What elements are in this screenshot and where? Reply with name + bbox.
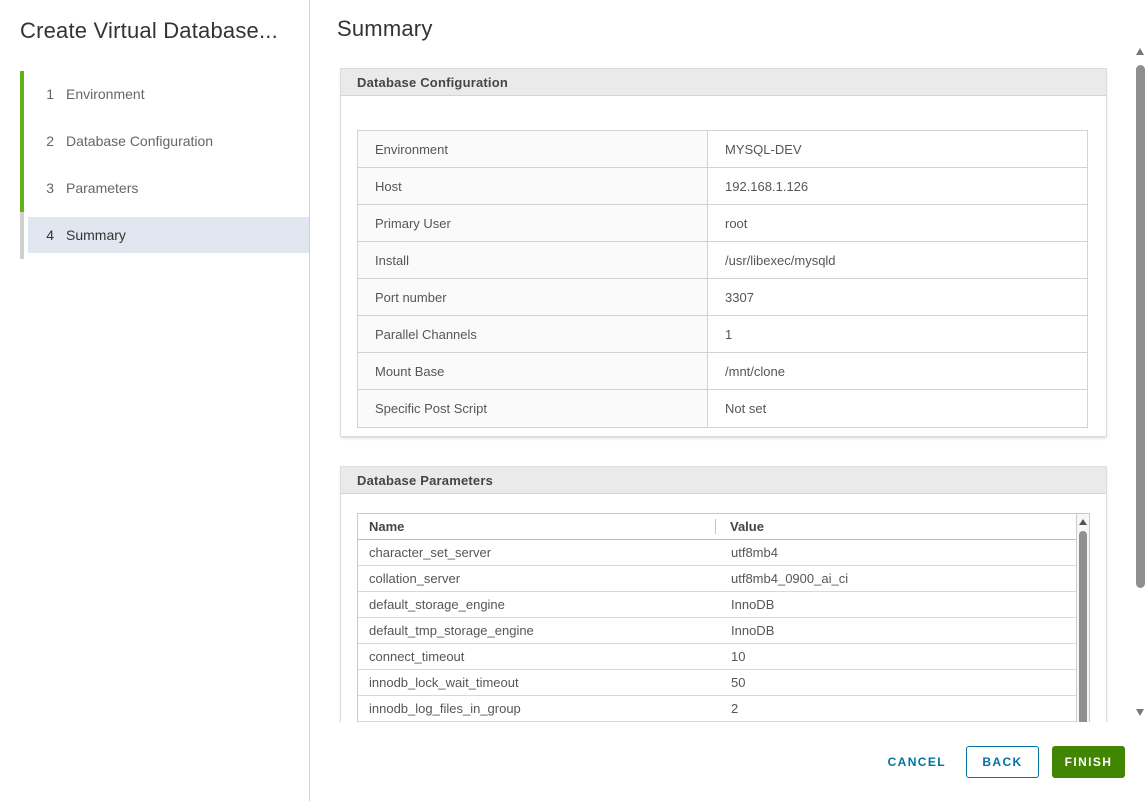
database-configuration-panel: Database Configuration Environment MYSQL… [340, 68, 1107, 437]
param-name: default_storage_engine [358, 597, 715, 612]
param-name: connect_timeout [358, 649, 715, 664]
param-value: utf8mb4 [715, 545, 1089, 560]
database-parameters-panel: Database Parameters Name Value character… [340, 466, 1107, 722]
sidebar-step-summary[interactable]: 4 Summary [0, 212, 309, 259]
database-parameters-grid: Name Value character_set_server utf8mb4 … [357, 513, 1090, 722]
scroll-up-icon[interactable] [1136, 48, 1144, 55]
config-label: Mount Base [358, 353, 708, 389]
param-value: InnoDB [715, 597, 1089, 612]
sidebar-step-environment[interactable]: 1 Environment [0, 71, 309, 118]
step-number: 1 [45, 86, 54, 102]
sidebar-step-parameters[interactable]: 3 Parameters [0, 165, 309, 212]
step-label: Database Configuration [66, 133, 213, 149]
grid-scrollbar-thumb[interactable] [1079, 531, 1087, 722]
step-progress-bar [20, 212, 24, 259]
table-row: collation_server utf8mb4_0900_ai_ci [358, 566, 1089, 592]
step-label: Parameters [66, 180, 138, 196]
database-parameters-header: Database Parameters [341, 467, 1106, 494]
param-value: 10 [715, 649, 1089, 664]
config-label: Parallel Channels [358, 316, 708, 352]
config-value: MYSQL-DEV [708, 131, 1087, 167]
database-configuration-header: Database Configuration [341, 69, 1106, 96]
table-row: Install /usr/libexec/mysqld [358, 242, 1087, 279]
config-value: 192.168.1.126 [708, 168, 1087, 204]
column-header-name[interactable]: Name [358, 514, 715, 539]
wizard-footer: CANCEL BACK FINISH [310, 722, 1148, 801]
table-row: default_tmp_storage_engine InnoDB [358, 618, 1089, 644]
table-row: Port number 3307 [358, 279, 1087, 316]
config-value: /usr/libexec/mysqld [708, 242, 1087, 278]
step-number: 3 [45, 180, 54, 196]
table-row: Primary User root [358, 205, 1087, 242]
config-value: /mnt/clone [708, 353, 1087, 389]
config-label: Port number [358, 279, 708, 315]
database-configuration-table: Environment MYSQL-DEV Host 192.168.1.126… [357, 130, 1088, 428]
param-value: InnoDB [715, 623, 1089, 638]
step-number: 2 [45, 133, 54, 149]
table-row: character_set_server utf8mb4 [358, 540, 1089, 566]
scroll-down-icon[interactable] [1136, 709, 1144, 716]
config-label: Specific Post Script [358, 390, 708, 427]
config-value: root [708, 205, 1087, 241]
config-label: Install [358, 242, 708, 278]
step-label: Environment [66, 86, 145, 102]
param-name: character_set_server [358, 545, 715, 560]
config-value: Not set [708, 390, 1087, 427]
table-row: innodb_lock_wait_timeout 50 [358, 670, 1089, 696]
page-scrollbar[interactable] [1135, 48, 1146, 716]
config-label: Host [358, 168, 708, 204]
param-value: 2 [715, 701, 1089, 716]
table-row: Host 192.168.1.126 [358, 168, 1087, 205]
page-scrollbar-thumb[interactable] [1136, 65, 1145, 588]
table-row: Mount Base /mnt/clone [358, 353, 1087, 390]
page-title: Summary [337, 16, 433, 42]
config-value: 1 [708, 316, 1087, 352]
param-value: utf8mb4_0900_ai_ci [715, 571, 1089, 586]
param-name: default_tmp_storage_engine [358, 623, 715, 638]
step-progress-bar [20, 71, 24, 118]
step-label: Summary [66, 227, 126, 243]
step-progress-bar [20, 118, 24, 165]
sidebar-step-database-configuration[interactable]: 2 Database Configuration [0, 118, 309, 165]
wizard-title: Create Virtual Database... [20, 18, 278, 44]
finish-button[interactable]: FINISH [1052, 746, 1125, 778]
table-row: Specific Post Script Not set [358, 390, 1087, 427]
back-button[interactable]: BACK [966, 746, 1039, 778]
cancel-button[interactable]: CANCEL [882, 746, 952, 778]
table-row: default_storage_engine InnoDB [358, 592, 1089, 618]
step-progress-bar [20, 165, 24, 212]
column-header-value[interactable]: Value [715, 514, 1089, 539]
param-name: innodb_lock_wait_timeout [358, 675, 715, 690]
param-name: collation_server [358, 571, 715, 586]
step-number: 4 [45, 227, 54, 243]
table-row: Environment MYSQL-DEV [358, 131, 1087, 168]
table-row: connect_timeout 10 [358, 644, 1089, 670]
table-row: Parallel Channels 1 [358, 316, 1087, 353]
grid-header-row: Name Value [358, 514, 1089, 540]
param-name: innodb_log_files_in_group [358, 701, 715, 716]
grid-scrollbar[interactable] [1076, 514, 1089, 722]
wizard-content: Summary Database Configuration Environme… [310, 0, 1148, 722]
table-row: innodb_log_files_in_group 2 [358, 696, 1089, 722]
config-label: Primary User [358, 205, 708, 241]
scroll-up-icon[interactable] [1079, 519, 1087, 525]
wizard-steps: 1 Environment 2 Database Configuration 3… [0, 71, 309, 259]
config-value: 3307 [708, 279, 1087, 315]
wizard-sidebar: Create Virtual Database... 1 Environment… [0, 0, 310, 801]
param-value: 50 [715, 675, 1089, 690]
config-label: Environment [358, 131, 708, 167]
